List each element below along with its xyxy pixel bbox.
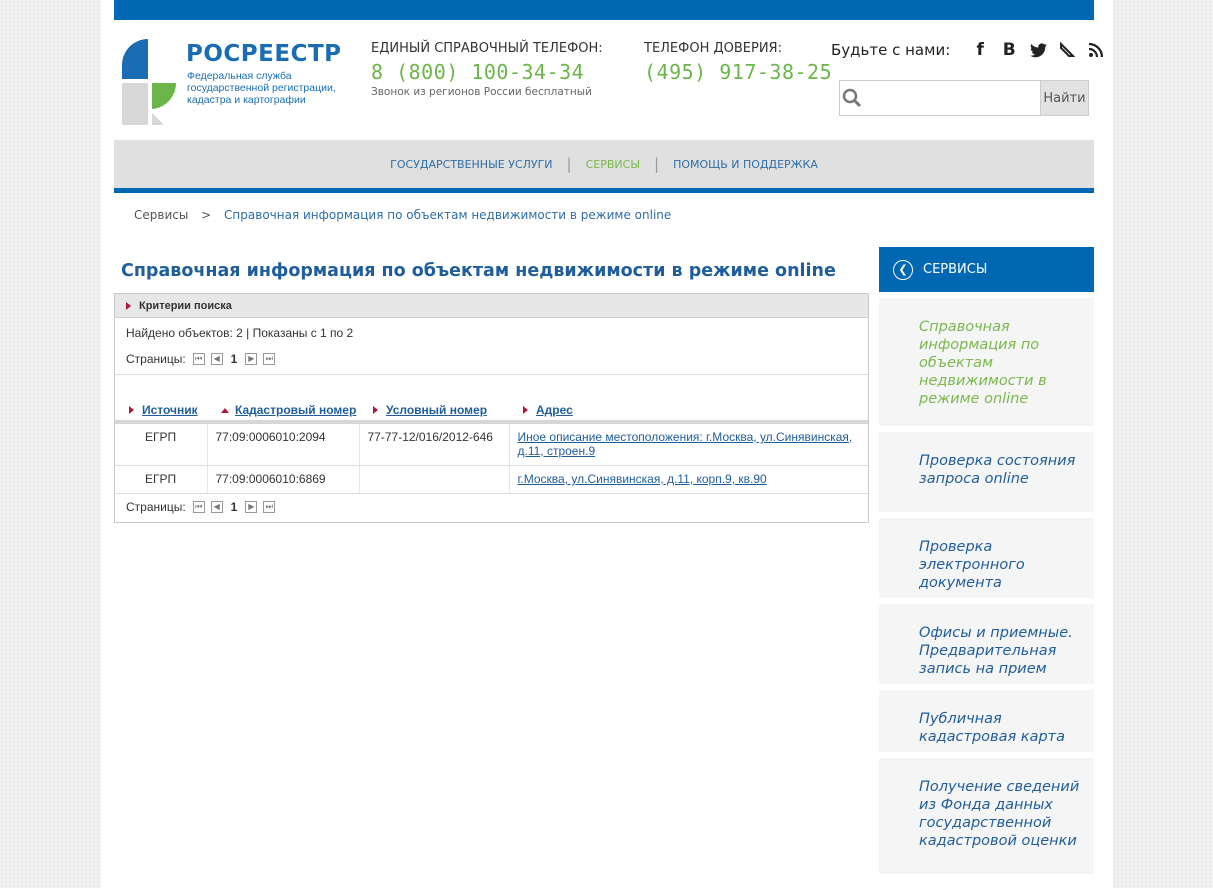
column-header-cadastral[interactable]: Кадастровый номер <box>207 401 359 424</box>
cell-cadastral: 77:09:0006010:6869 <box>206 465 359 494</box>
hotline-note: Звонок из регионов России бесплатный <box>371 86 592 98</box>
address-link[interactable]: г.Москва, ул.Синявинская, д.11, корп.9, … <box>518 472 767 486</box>
hotline-number[interactable]: 8 (800) 100-34-34 <box>371 60 603 84</box>
cell-conditional: 77-77-12/016/2012-646 <box>358 422 509 466</box>
page: РОСРЕЕСТР Федеральная служба государстве… <box>101 0 1113 888</box>
sidebar-item-cadastral-map[interactable]: Публичная кадастровая карта <box>879 690 1094 752</box>
facebook-icon[interactable]: f <box>971 40 989 60</box>
nav-separator: | <box>566 155 572 173</box>
next-page-icon[interactable]: ▶ <box>245 501 258 513</box>
nav-separator: | <box>654 155 660 173</box>
pages-label: Страницы: <box>126 500 186 514</box>
column-header-conditional[interactable]: Условный номер <box>359 401 509 424</box>
sort-arrow-icon <box>523 406 528 414</box>
nav-item-help[interactable]: ПОМОЩЬ И ПОДДЕРЖКА <box>673 158 818 171</box>
sidebar-header[interactable]: ❮ СЕРВИСЫ <box>879 247 1094 292</box>
cell-source: ЕГРП <box>115 422 207 466</box>
rosreestr-logo[interactable]: РОСРЕЕСТР Федеральная служба государстве… <box>118 35 348 127</box>
page-title: Справочная информация по объектам недвиж… <box>121 261 836 281</box>
cell-address: Иное описание местоположения: г.Москва, … <box>508 422 868 466</box>
breadcrumb-current[interactable]: Справочная информация по объектам недвиж… <box>224 208 671 222</box>
nav-item-services[interactable]: СЕРВИСЫ <box>586 158 640 171</box>
breadcrumb-separator: > <box>201 208 212 222</box>
prev-page-icon[interactable]: ◀ <box>210 501 223 513</box>
sidebar-item-offices[interactable]: Офисы и приемные. Предварительная запись… <box>879 604 1094 684</box>
sidebar-item-reference-info[interactable]: Справочная информация по объектам недвиж… <box>879 298 1094 426</box>
pager-bottom: Страницы: ⏮ ◀ 1 ▶ ⏭ <box>126 500 276 514</box>
nav-item-gov-services[interactable]: ГОСУДАРСТВЕННЫЕ УСЛУГИ <box>390 158 552 171</box>
cell-address: г.Москва, ул.Синявинская, д.11, корп.9, … <box>508 465 868 494</box>
results-panel: Критерии поиска Найдено объектов: 2 | По… <box>114 293 869 523</box>
next-page-icon[interactable]: ▶ <box>245 353 258 365</box>
search-input[interactable] <box>863 81 1040 115</box>
main-nav: ГОСУДАРСТВЕННЫЕ УСЛУГИ | СЕРВИСЫ | ПОМОЩ… <box>114 140 1094 193</box>
social-label: Будьте с нами: <box>831 41 951 59</box>
current-page[interactable]: 1 <box>231 352 238 366</box>
hotline-block: ЕДИНЫЙ СПРАВОЧНЫЙ ТЕЛЕФОН: 8 (800) 100-3… <box>371 41 603 98</box>
first-page-icon[interactable]: ⏮ <box>192 501 205 513</box>
table-row: ЕГРП 77:09:0006010:2094 77-77-12/016/201… <box>115 422 868 466</box>
logo-emblem-icon <box>122 39 177 125</box>
sidebar-title: СЕРВИСЫ <box>923 262 988 277</box>
search-criteria-toggle[interactable]: Критерии поиска <box>115 294 868 318</box>
social-links: Будьте с нами: f B <box>831 40 1105 60</box>
search-icon <box>840 81 864 115</box>
sort-link-conditional[interactable]: Условный номер <box>386 403 487 417</box>
trust-line-number[interactable]: (495) 917-38-25 <box>644 60 832 84</box>
search-criteria-label: Критерии поиска <box>139 299 232 312</box>
sort-link-source[interactable]: Источник <box>142 403 198 417</box>
sort-link-address[interactable]: Адрес <box>536 403 573 417</box>
table-header-row: Источник Кадастровый номер Условный номе… <box>115 401 868 424</box>
sort-arrow-icon <box>373 406 378 414</box>
logo-subtitle: Федеральная служба государственной регис… <box>187 70 336 106</box>
first-page-icon[interactable]: ⏮ <box>192 353 205 365</box>
cell-conditional <box>358 465 509 494</box>
last-page-icon[interactable]: ⏭ <box>263 501 276 513</box>
expand-arrow-icon <box>126 301 131 310</box>
search-box: Найти <box>839 80 1089 116</box>
twitter-icon[interactable] <box>1029 41 1047 59</box>
vkontakte-icon[interactable]: B <box>1000 40 1018 60</box>
pager-top: Страницы: ⏮ ◀ 1 ▶ ⏭ <box>126 352 276 366</box>
breadcrumb-root[interactable]: Сервисы <box>134 208 188 222</box>
trust-line-block: ТЕЛЕФОН ДОВЕРИЯ: (495) 917-38-25 <box>644 41 832 84</box>
sidebar-item-document-check[interactable]: Проверка электронного документа <box>879 518 1094 598</box>
hotline-label: ЕДИНЫЙ СПРАВОЧНЫЙ ТЕЛЕФОН: <box>371 41 603 56</box>
livejournal-icon[interactable] <box>1058 41 1076 59</box>
cell-source: ЕГРП <box>115 465 207 494</box>
top-bar <box>114 0 1094 20</box>
found-summary: Найдено объектов: 2 | Показаны с 1 по 2 <box>126 326 354 340</box>
address-link[interactable]: Иное описание местоположения: г.Москва, … <box>518 430 853 458</box>
cell-cadastral: 77:09:0006010:2094 <box>206 422 359 466</box>
sort-link-cadastral[interactable]: Кадастровый номер <box>235 403 356 417</box>
column-header-address[interactable]: Адрес <box>509 401 868 424</box>
pages-label: Страницы: <box>126 352 186 366</box>
rss-icon[interactable] <box>1087 41 1105 59</box>
last-page-icon[interactable]: ⏭ <box>263 353 276 365</box>
services-sidebar: ❮ СЕРВИСЫ Справочная информация по объек… <box>879 247 1094 874</box>
current-page[interactable]: 1 <box>231 500 238 514</box>
sidebar-item-request-status[interactable]: Проверка состояния запроса online <box>879 432 1094 512</box>
sidebar-item-valuation-fund[interactable]: Получение сведений из Фонда данных госуд… <box>879 758 1094 874</box>
trust-line-label: ТЕЛЕФОН ДОВЕРИЯ: <box>644 41 782 56</box>
divider <box>115 374 868 375</box>
column-header-source[interactable]: Источник <box>115 401 207 424</box>
breadcrumb: Сервисы > Справочная информация по объек… <box>134 208 671 222</box>
results-table: Источник Кадастровый номер Условный номе… <box>115 401 868 494</box>
logo-title: РОСРЕЕСТР <box>186 41 342 67</box>
prev-page-icon[interactable]: ◀ <box>210 353 223 365</box>
search-button[interactable]: Найти <box>1039 81 1088 115</box>
table-row: ЕГРП 77:09:0006010:6869 г.Москва, ул.Син… <box>115 465 868 494</box>
sort-asc-icon <box>221 408 229 414</box>
back-arrow-icon: ❮ <box>893 259 913 280</box>
sort-arrow-icon <box>129 406 134 414</box>
